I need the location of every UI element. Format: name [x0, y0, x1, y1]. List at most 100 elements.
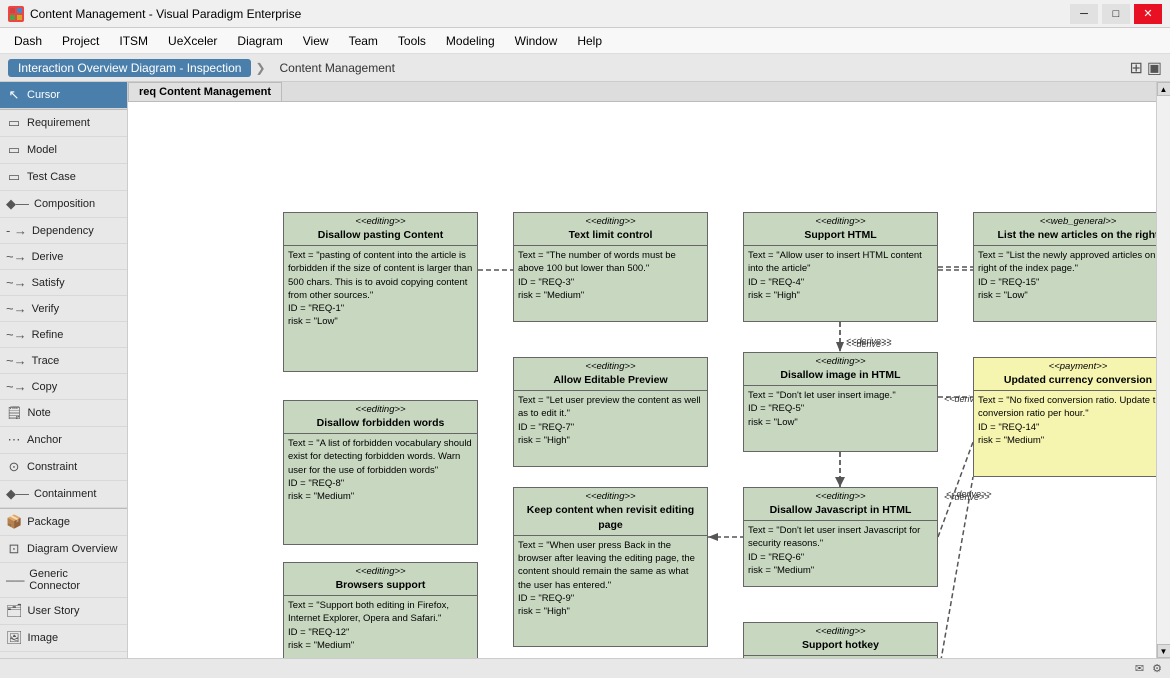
uml-box-stereotype-box5: <<editing>> — [514, 358, 707, 373]
close-button[interactable]: ✕ — [1134, 4, 1162, 24]
sidebar-icon-satisfy: ~→ — [6, 275, 27, 290]
restore-button[interactable]: □ — [1102, 4, 1130, 24]
sidebar-label-satisfy: Satisfy — [32, 277, 65, 289]
uml-box-stereotype-box3: <<editing>> — [744, 213, 937, 228]
uml-box-title-box3: Support HTML — [744, 228, 937, 246]
menu-item-dash[interactable]: Dash — [4, 31, 52, 51]
uml-box-stereotype-box10: <<editing>> — [514, 488, 707, 503]
uml-box-title-box7: Updated currency conversion — [974, 373, 1156, 391]
menu-item-modeling[interactable]: Modeling — [436, 31, 505, 51]
uml-box-title-box11: Browsers support — [284, 578, 477, 596]
sidebar-item-diagramoverview[interactable]: ⊡Diagram Overview — [0, 536, 127, 563]
sidebar-item-note[interactable]: 🗒Note — [0, 400, 127, 427]
diagram-tab[interactable]: req Content Management — [128, 82, 282, 101]
uml-box-body-box2: Text = "The number of words must be abov… — [514, 246, 707, 305]
uml-box-body-box1: Text = "pasting of content into the arti… — [284, 246, 477, 332]
sidebar-icon-composition: ◆— — [6, 196, 29, 212]
sidebar-item-package[interactable]: 📦Package — [0, 509, 127, 536]
uml-box-title-box1: Disallow pasting Content — [284, 228, 477, 246]
sidebar-item-anchor[interactable]: ⋯Anchor — [0, 427, 127, 454]
sidebar: ↖Cursor▭Requirement ▭ Model ▭Test Case◆—Com… — [0, 82, 128, 658]
breadcrumb-item-1[interactable]: Interaction Overview Diagram - Inspectio… — [8, 59, 251, 77]
uml-box-title-box4: List the new articles on the right — [974, 228, 1156, 246]
sidebar-icon-trace: ~→ — [6, 353, 27, 368]
scroll-up-button[interactable]: ▲ — [1157, 82, 1170, 96]
scrollbar-right[interactable]: ▲ ▼ — [1156, 82, 1170, 658]
sidebar-item-verify[interactable]: ~→ Verify — [0, 296, 127, 322]
sidebar-label-model: Model — [27, 144, 57, 156]
uml-box-title-box5: Allow Editable Preview — [514, 373, 707, 391]
uml-box-box5: <<editing>>Allow Editable PreviewText = … — [513, 357, 708, 467]
sidebar-item-cursor[interactable]: ↖Cursor — [0, 82, 127, 109]
sidebar-item-containment[interactable]: ◆—Containment — [0, 481, 127, 508]
sidebar-label-package: Package — [27, 516, 70, 528]
svg-text:<<derive>>: <<derive>> — [944, 492, 990, 502]
sidebar-item-image[interactable]: 🖼Image — [0, 625, 127, 652]
sidebar-label-testcase: Test Case — [27, 171, 76, 183]
scroll-down-button[interactable]: ▼ — [1157, 644, 1170, 658]
email-icon[interactable]: ✉ — [1135, 662, 1144, 675]
uml-box-title-box12: Support hotkey — [744, 638, 937, 656]
uml-box-box1: <<editing>>Disallow pasting ContentText … — [283, 212, 478, 372]
menu-item-diagram[interactable]: Diagram — [227, 31, 292, 51]
sidebar-icon-refine: ~→ — [6, 327, 27, 342]
svg-text:<<derive>>: <<derive>> — [846, 336, 892, 346]
menu-item-tools[interactable]: Tools — [388, 31, 436, 51]
uml-box-body-box7: Text = "No fixed conversion ratio. Updat… — [974, 391, 1156, 450]
sidebar-label-requirement: Requirement — [27, 117, 90, 129]
sidebar-item-model[interactable]: ▭ Model — [0, 137, 127, 164]
uml-box-box7: <<payment>>Updated currency conversionTe… — [973, 357, 1156, 477]
sidebar-item-genericconn[interactable]: ── Generic Connector — [0, 563, 127, 598]
uml-box-stereotype-box4: <<web_general>> — [974, 213, 1156, 228]
sidebar-item-requirement[interactable]: ▭Requirement — [0, 110, 127, 137]
sidebar-item-constraint[interactable]: ⊙Constraint — [0, 454, 127, 481]
uml-box-body-box4: Text = "List the newly approved articles… — [974, 246, 1156, 305]
sidebar-label-genericconn: Generic Connector — [29, 568, 121, 592]
sidebar-icon-genericconn: ── — [6, 573, 24, 588]
uml-box-title-box2: Text limit control — [514, 228, 707, 246]
sidebar-item-derive[interactable]: ~→Derive — [0, 244, 127, 270]
sidebar-item-trace[interactable]: ~→Trace — [0, 348, 127, 374]
sidebar-icon-userstory: 🗂 — [6, 603, 23, 619]
uml-box-title-box9: Disallow Javascript in HTML — [744, 503, 937, 521]
uml-box-stereotype-box7: <<payment>> — [974, 358, 1156, 373]
menu-item-window[interactable]: Window — [505, 31, 568, 51]
breadcrumb-label-2: Content Management — [280, 61, 395, 75]
sidebar-label-refine: Refine — [32, 329, 64, 341]
menu-item-uexceler[interactable]: UeXceler — [158, 31, 227, 51]
uml-box-box8: <<editing>>Disallow forbidden wordsText … — [283, 400, 478, 545]
sidebar-icon-constraint: ⊙ — [6, 459, 22, 475]
menu-item-view[interactable]: View — [293, 31, 339, 51]
uml-box-body-box5: Text = "Let user preview the content as … — [514, 391, 707, 450]
minimize-button[interactable]: ─ — [1070, 4, 1098, 24]
menu-item-help[interactable]: Help — [567, 31, 612, 51]
diagram-area[interactable]: req Content Management — [128, 82, 1156, 658]
sidebar-item-composition[interactable]: ◆—Composition — [0, 191, 127, 218]
settings-icon[interactable]: ⚙ — [1152, 662, 1162, 675]
menu-item-itsm[interactable]: ITSM — [109, 31, 158, 51]
breadcrumb-item-2[interactable]: Content Management — [270, 59, 405, 77]
sidebar-icon-verify: ~→ — [6, 301, 27, 316]
sidebar-icon-cursor: ↖ — [6, 87, 22, 103]
sidebar-item-dependency[interactable]: - →Dependency — [0, 218, 127, 244]
sidebar-item-copy[interactable]: ~→Copy — [0, 374, 127, 400]
sidebar-item-userstory[interactable]: 🗂 User Story — [0, 598, 127, 625]
sidebar-item-satisfy[interactable]: ~→ Satisfy — [0, 270, 127, 296]
menu-item-team[interactable]: Team — [339, 31, 388, 51]
sidebar-icon-model: ▭ — [6, 142, 22, 158]
sidebar-icon-dependency: - → — [6, 223, 27, 238]
breadcrumb-icon-2[interactable]: ▣ — [1147, 58, 1162, 78]
sidebar-label-verify: Verify — [32, 303, 60, 315]
sidebar-item-refine[interactable]: ~→ Refine — [0, 322, 127, 348]
menu-item-project[interactable]: Project — [52, 31, 109, 51]
uml-box-box10: <<editing>>Keep content when revisit edi… — [513, 487, 708, 647]
sidebar-label-userstory: User Story — [28, 605, 80, 617]
sidebar-icon-image: 🖼 — [6, 630, 23, 646]
breadcrumb-icons: ⊞ ▣ — [1129, 58, 1162, 78]
sidebar-label-anchor: Anchor — [27, 434, 62, 446]
uml-box-stereotype-box12: <<editing>> — [744, 623, 937, 638]
breadcrumb-label-1: Interaction Overview Diagram - Inspectio… — [18, 61, 241, 75]
breadcrumb-icon-1[interactable]: ⊞ — [1129, 58, 1142, 78]
sidebar-icon-containment: ◆— — [6, 486, 29, 502]
sidebar-item-testcase[interactable]: ▭Test Case — [0, 164, 127, 191]
